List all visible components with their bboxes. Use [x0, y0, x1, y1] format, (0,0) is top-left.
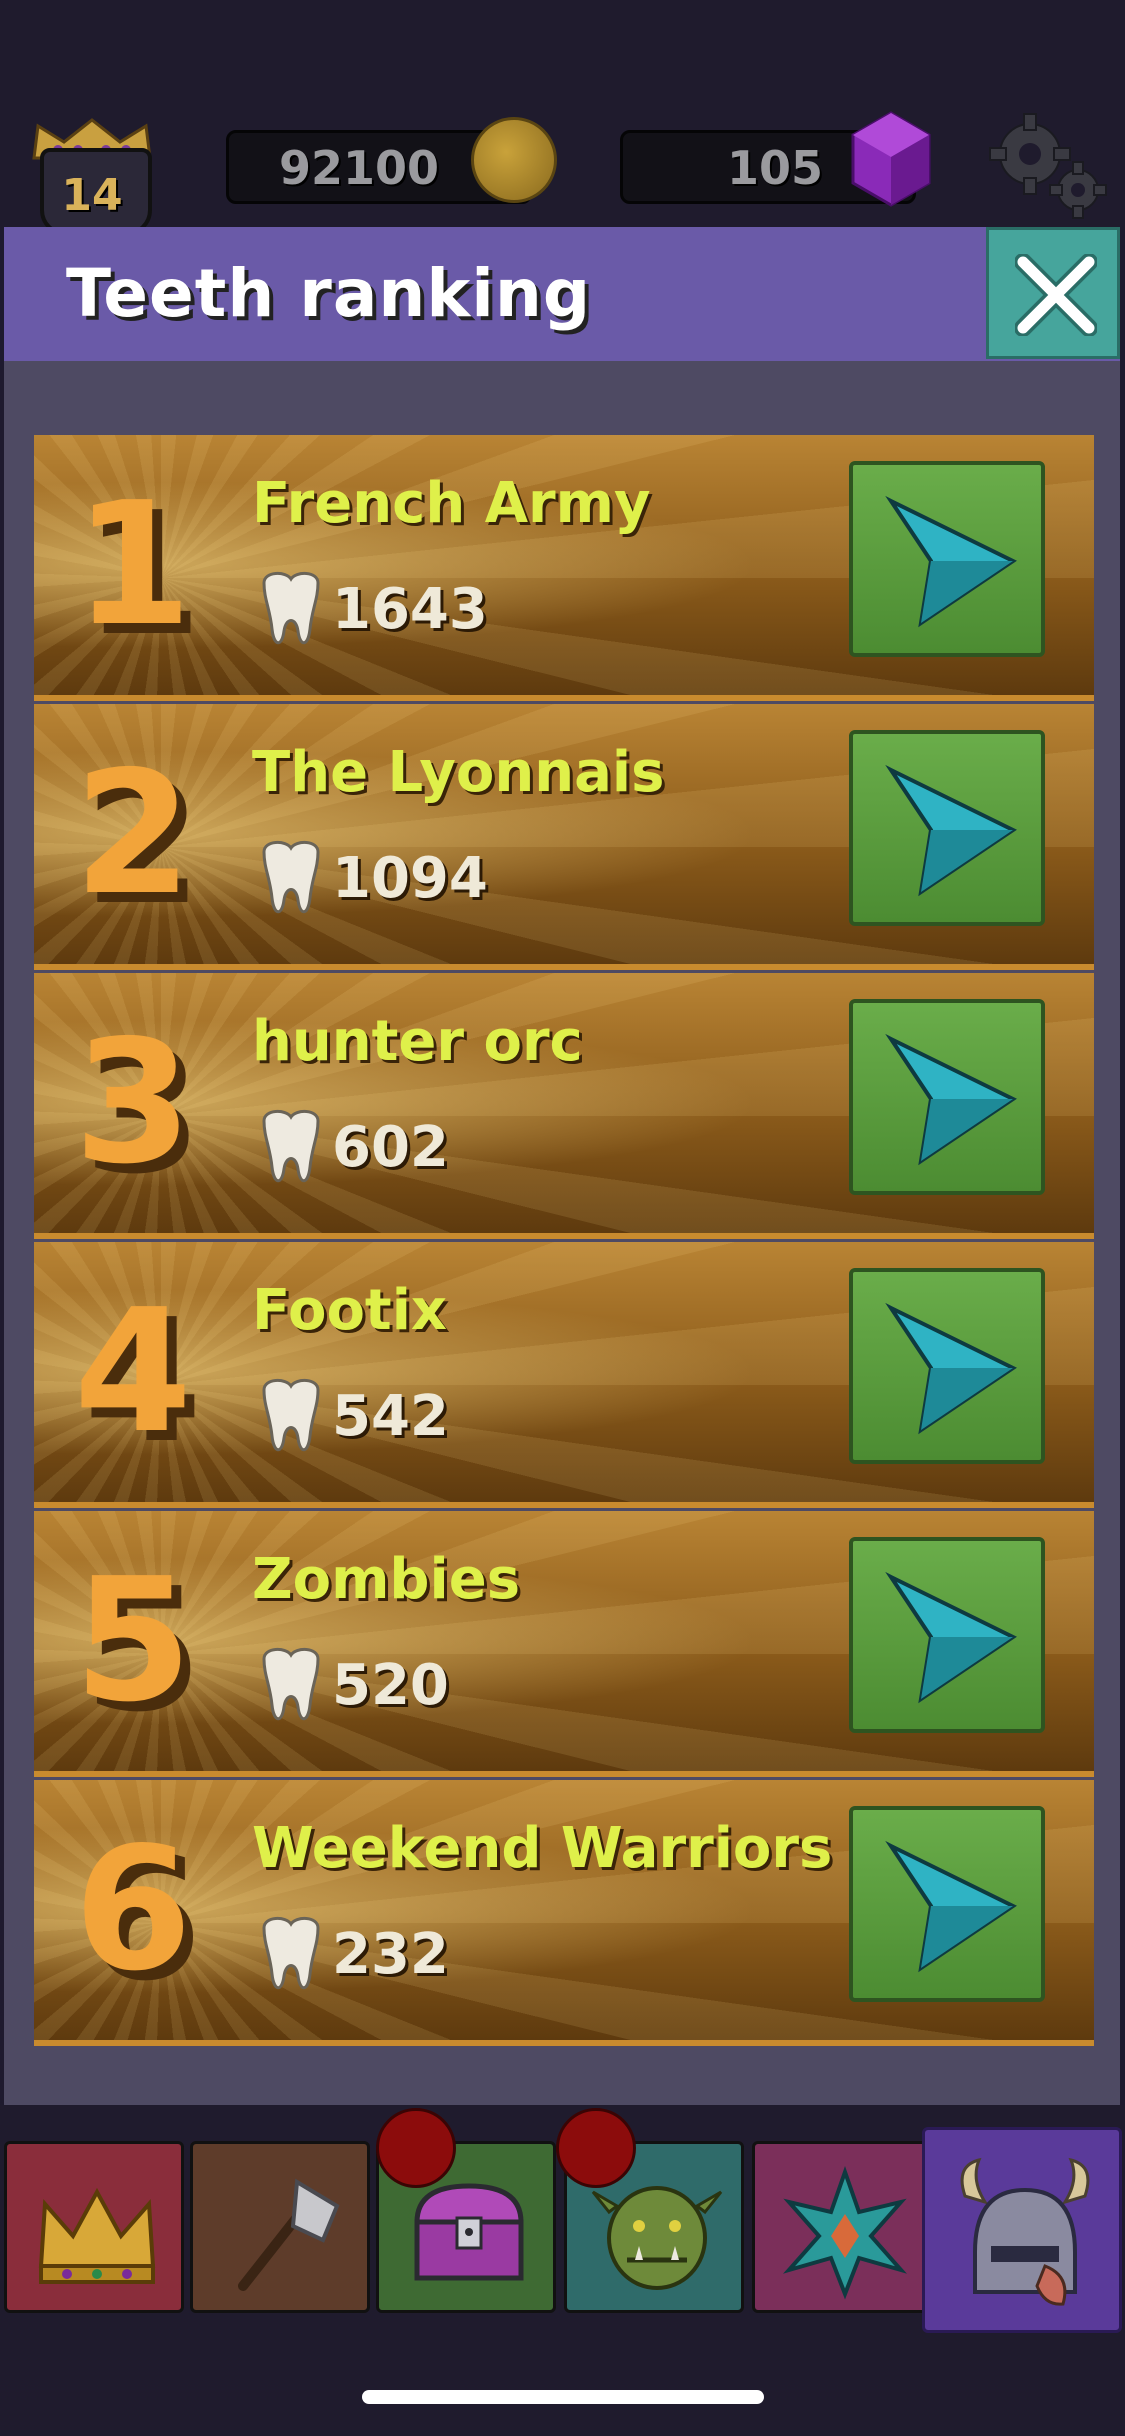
view-clan-button[interactable] [849, 1268, 1045, 1464]
ranking-list: 1 French Army 1643 2 The Lyonnais 1094 3 [34, 435, 1094, 2049]
play-arrow-icon [885, 1033, 1017, 1166]
nav-tab-weapons[interactable] [190, 2141, 370, 2313]
rank-number: 4 [73, 1273, 193, 1471]
star-icon [782, 2165, 908, 2300]
close-icon [1015, 254, 1097, 336]
top-hud: 14 92100 105 [0, 0, 1125, 236]
clan-name: Zombies [252, 1547, 521, 1612]
player-level: 14 [61, 170, 123, 221]
tooth-icon [262, 841, 320, 914]
tooth-icon [262, 1110, 320, 1183]
play-arrow-icon [885, 1302, 1017, 1435]
coin-amount: 92100 [278, 141, 439, 195]
play-arrow-icon [885, 1840, 1017, 1973]
view-clan-button[interactable] [849, 1537, 1045, 1733]
view-clan-button[interactable] [849, 999, 1045, 1195]
play-arrow-icon [885, 495, 1017, 628]
clan-name: Footix [252, 1278, 448, 1343]
tooth-icon [262, 1648, 320, 1721]
tooth-icon [262, 1379, 320, 1452]
ranking-row: 1 French Army 1643 [34, 435, 1094, 701]
view-clan-button[interactable] [849, 1806, 1045, 2002]
settings-gear-icon[interactable] [980, 112, 1110, 222]
view-clan-button[interactable] [849, 461, 1045, 657]
nav-tab-star[interactable] [752, 2141, 932, 2313]
tooth-icon [262, 1917, 320, 1990]
teeth-count: 232 [332, 1922, 449, 1987]
coin-counter[interactable]: 92100 [226, 117, 557, 204]
axe-icon [238, 2178, 340, 2291]
gem-counter[interactable]: 105 [620, 111, 931, 207]
coin-icon [471, 117, 557, 203]
teeth-count: 520 [332, 1653, 449, 1718]
helmet-icon [960, 2157, 1090, 2306]
play-arrow-icon [885, 1571, 1017, 1704]
teeth-count: 1643 [332, 577, 488, 642]
ranking-row: 3 hunter orc 602 [34, 973, 1094, 1239]
rank-number: 5 [73, 1542, 193, 1740]
clan-name: Weekend Warriors [252, 1816, 833, 1881]
gem-amount: 105 [726, 141, 823, 195]
view-clan-button[interactable] [849, 730, 1045, 926]
teeth-count: 1094 [332, 846, 488, 911]
home-indicator[interactable] [362, 2390, 764, 2404]
rank-number: 1 [73, 466, 193, 664]
panel-header: Teeth ranking [4, 227, 1120, 361]
clan-name: French Army [252, 471, 651, 536]
rank-number: 6 [73, 1811, 193, 2009]
panel-title: Teeth ranking [66, 255, 592, 332]
ranking-row: 4 Footix 542 [34, 1242, 1094, 1508]
ranking-row: 5 Zombies 520 [34, 1511, 1094, 1777]
play-arrow-icon [885, 764, 1017, 897]
ranking-row: 2 The Lyonnais 1094 [34, 704, 1094, 970]
chest-notification-badge [376, 2108, 456, 2188]
crown-icon [38, 2187, 156, 2284]
nav-tab-crown[interactable] [4, 2141, 184, 2313]
rank-number: 2 [73, 735, 193, 933]
player-level-badge[interactable]: 14 [28, 118, 156, 236]
clan-name: hunter orc [252, 1009, 583, 1074]
teeth-count: 602 [332, 1115, 449, 1180]
gem-icon [851, 111, 931, 207]
nav-tab-clan[interactable] [922, 2127, 1122, 2333]
clan-name: The Lyonnais [252, 740, 665, 805]
teeth-ranking-panel: Teeth ranking 1 French Army 1643 2 The L… [4, 227, 1120, 2105]
ranking-row: 6 Weekend Warriors 232 [34, 1780, 1094, 2046]
close-button[interactable] [986, 227, 1120, 359]
tooth-icon [262, 572, 320, 645]
orc-notification-badge [556, 2108, 636, 2188]
teeth-count: 542 [332, 1384, 449, 1449]
rank-number: 3 [73, 1004, 193, 1202]
